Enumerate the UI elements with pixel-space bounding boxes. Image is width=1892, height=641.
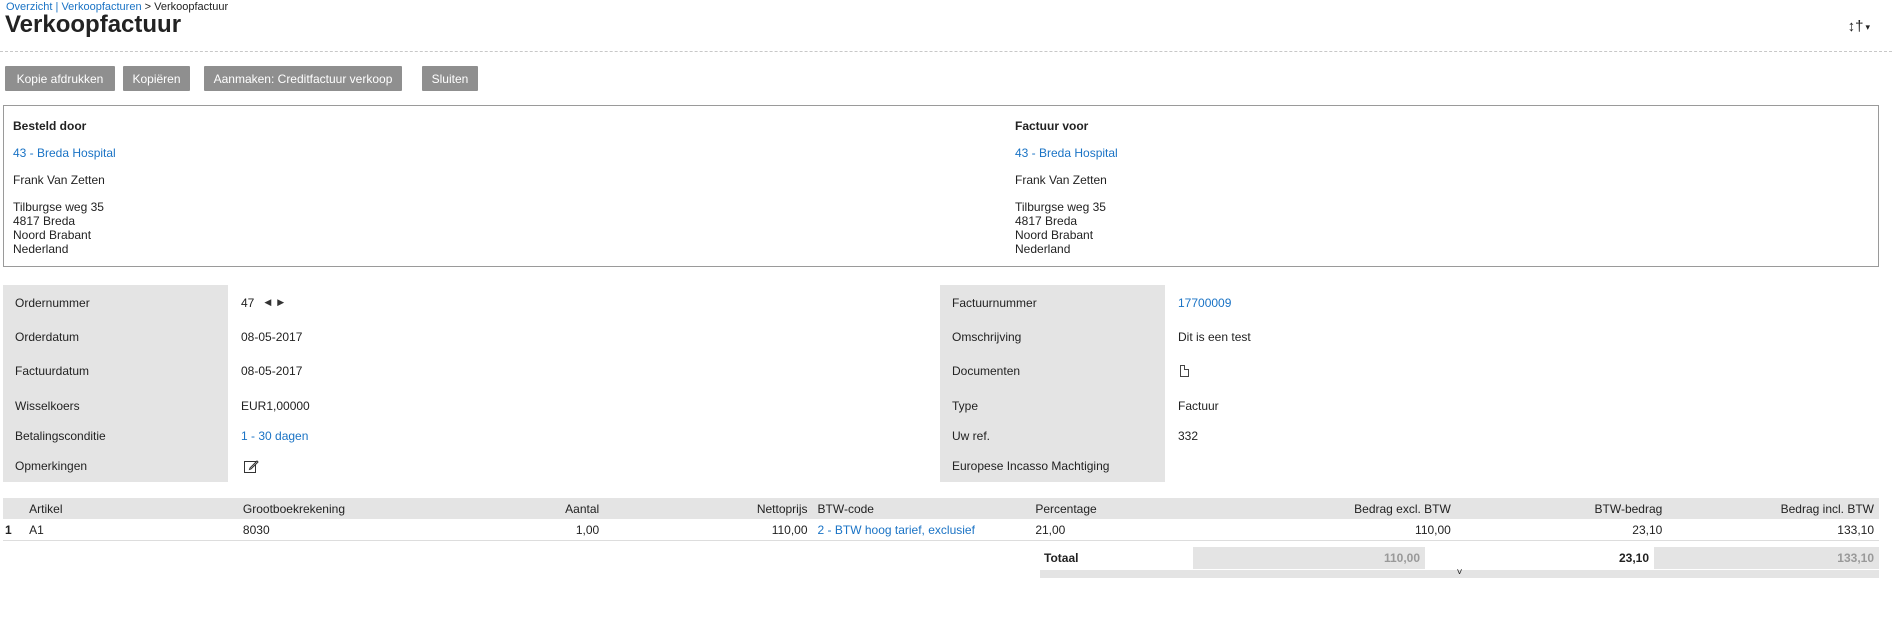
column-header-ledger[interactable]: Grootboekrekening (237, 498, 385, 519)
type-value: Factuur (1178, 398, 1219, 413)
chevron-down-icon[interactable]: ▾ (1865, 22, 1870, 32)
sepa-mandate-label: Europese Incasso Machtiging (940, 450, 1165, 482)
totals-row: Totaal 110,00 23,10 133,10 (1040, 547, 1879, 569)
table-row: 1 A1 8030 1,00 110,00 2 - BTW hoog tarie… (3, 519, 1879, 541)
your-ref-label: Uw ref. (940, 422, 1165, 450)
column-header-amount-excl[interactable]: Bedrag excl. BTW (1244, 498, 1456, 519)
close-button[interactable]: Sluiten (422, 66, 478, 91)
address-region: Noord Brabant (1015, 228, 1094, 242)
column-header-amount-incl[interactable]: Bedrag incl. BTW (1667, 498, 1879, 519)
line-article: A1 (29, 522, 44, 537)
payment-terms-label: Betalingsconditie (3, 422, 228, 450)
line-quantity: 1,00 (575, 522, 600, 537)
document-icon[interactable] (1180, 365, 1189, 377)
address-street: Tilburgse weg 35 (13, 200, 104, 214)
type-label: Type (940, 389, 1165, 422)
payment-terms-link[interactable]: 1 - 30 dagen (241, 429, 308, 443)
tools-menu[interactable]: ↕† ▾ (1848, 18, 1870, 35)
table-header-row: Artikel Grootboekrekening Aantal Nettopr… (3, 498, 1879, 519)
page-title: Verkoopfactuur (5, 11, 182, 38)
totals-label: Totaal (1044, 551, 1079, 565)
ordered-by-customer-link[interactable]: 43 - Breda Hospital (13, 146, 116, 160)
documents-value (1180, 353, 1189, 389)
invoice-for-heading: Factuur voor (1015, 119, 1089, 133)
exchange-rate-value: EUR1,00000 (241, 398, 310, 413)
address-country: Nederland (1015, 242, 1071, 256)
column-header-quantity[interactable]: Aantal (384, 498, 605, 519)
invoice-date-label: Factuurdatum (3, 353, 228, 389)
create-credit-invoice-button[interactable]: Aanmaken: Creditfactuur verkoop (204, 66, 402, 91)
invoice-number-value: 17700009 (1178, 285, 1231, 320)
copy-button[interactable]: Kopiëren (123, 66, 190, 91)
total-amount-incl: 133,10 (1654, 547, 1879, 569)
previous-order-icon[interactable]: ◀ (264, 297, 271, 308)
column-header-no (3, 498, 25, 519)
your-ref-value: 332 (1178, 429, 1199, 443)
line-net-price: 110,00 (771, 522, 808, 537)
order-number: 47 (241, 295, 255, 310)
address-street: Tilburgse weg 35 (1015, 200, 1106, 214)
invoice-for-block: Factuur voor 43 - Breda Hospital Frank V… (1015, 119, 1118, 256)
payment-terms-value: 1 - 30 dagen (241, 422, 308, 450)
edit-note-icon[interactable] (243, 458, 259, 474)
column-header-vat-code[interactable]: BTW-code (812, 498, 1031, 519)
line-ledger: 8030 (242, 522, 270, 537)
vat-code-link[interactable]: 2 - BTW hoog tarief, exclusief (818, 523, 975, 537)
order-number-label: Ordernummer (3, 285, 228, 320)
address-region: Noord Brabant (13, 228, 92, 242)
header-divider (0, 51, 1892, 52)
invoice-number-link[interactable]: 17700009 (1178, 296, 1231, 310)
invoice-for-customer-link[interactable]: 43 - Breda Hospital (1015, 146, 1118, 160)
line-vat-amount: 23,10 (1632, 522, 1663, 537)
invoice-lines-table: Artikel Grootboekrekening Aantal Nettopr… (3, 498, 1879, 541)
order-date-label: Orderdatum (3, 320, 228, 353)
invoice-date-value: 08-05-2017 (241, 364, 303, 378)
column-header-vat-amount[interactable]: BTW-bedrag (1455, 498, 1668, 519)
line-number: 1 (5, 522, 12, 537)
column-header-net-price[interactable]: Nettoprijs (604, 498, 813, 519)
remarks-label: Opmerkingen (3, 450, 228, 482)
line-amount-incl: 133,10 (1837, 522, 1874, 537)
exchange-rate-label: Wisselkoers (3, 389, 228, 422)
order-number-value: 47 ◀ ▶ (241, 285, 284, 320)
address-panel: Besteld door 43 - Breda Hospital Frank V… (3, 105, 1879, 267)
tools-icon[interactable]: ↕† (1848, 18, 1864, 35)
totals-expand-toggle[interactable]: ˅ (1040, 567, 1879, 578)
address-city: 4817 Breda (1015, 214, 1078, 228)
ordered-by-contact: Frank Van Zetten (13, 173, 105, 187)
total-vat-amount: 23,10 (1618, 551, 1649, 565)
column-header-percentage[interactable]: Percentage (1030, 498, 1245, 519)
order-date-value: 08-05-2017 (241, 329, 303, 344)
line-percentage: 21,00 (1035, 522, 1066, 537)
description-label: Omschrijving (940, 320, 1165, 353)
invoice-for-contact: Frank Van Zetten (1015, 173, 1107, 187)
ordered-by-heading: Besteld door (13, 119, 87, 133)
chevron-down-icon[interactable]: ˅ (1457, 567, 1463, 578)
remarks-value (243, 450, 259, 482)
ordered-by-address: Tilburgse weg 35 4817 Breda Noord Braban… (13, 200, 116, 256)
description-value: Dit is een test (1178, 329, 1251, 344)
address-country: Nederland (13, 242, 69, 256)
documents-label: Documenten (940, 353, 1165, 389)
print-copy-button[interactable]: Kopie afdrukken (5, 66, 115, 91)
total-amount-excl: 110,00 (1193, 547, 1425, 569)
line-vat-code: 2 - BTW hoog tarief, exclusief (813, 519, 1031, 541)
invoice-number-label: Factuurnummer (940, 285, 1165, 320)
invoice-for-address: Tilburgse weg 35 4817 Breda Noord Braban… (1015, 200, 1118, 256)
address-city: 4817 Breda (13, 214, 76, 228)
line-amount-excl: 110,00 (1415, 522, 1451, 537)
next-order-icon[interactable]: ▶ (277, 297, 284, 308)
ordered-by-block: Besteld door 43 - Breda Hospital Frank V… (13, 119, 116, 256)
column-header-article[interactable]: Artikel (24, 498, 238, 519)
